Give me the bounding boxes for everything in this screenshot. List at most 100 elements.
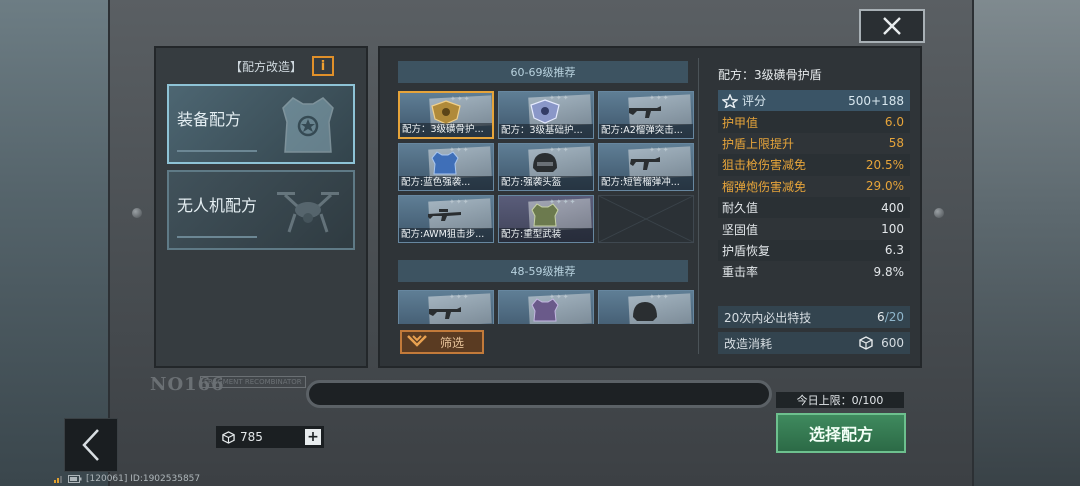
armor-icon — [531, 298, 559, 322]
chevron-down-icon — [407, 335, 427, 347]
background-right — [970, 0, 1080, 486]
stat-row: 护盾上限提升 58 — [718, 133, 910, 154]
recipe-tile-11[interactable]: ✦✦✦ — [498, 290, 594, 324]
category-underline — [177, 150, 257, 152]
armor-vest-icon — [282, 97, 334, 153]
recipe-label: 配方：3级磺骨护... — [400, 123, 492, 137]
shield-icon — [530, 99, 560, 124]
category-drone-recipe[interactable]: 无人机配方 — [167, 170, 355, 250]
cost-group: 600 — [859, 336, 904, 350]
rifle-icon — [629, 106, 661, 118]
stat-name: 重击率 — [722, 265, 759, 280]
filter-button[interactable]: 筛选 — [400, 330, 484, 354]
machine-slot — [306, 380, 772, 408]
stat-name: 狙击枪伤害减免 — [722, 158, 807, 173]
stat-name: 护盾恢复 — [722, 243, 771, 258]
stat-row: 护甲值 6.0 — [718, 111, 910, 133]
stat-row: 重击率 9.8% — [718, 261, 910, 282]
section-header-60-69: 60-69级推荐 — [398, 61, 688, 83]
battery-icon — [68, 475, 82, 483]
score-row: 评分 500+188 — [718, 90, 910, 112]
recipe-grid-60-69: ✦✦✦ 配方：3级磺骨护... ✦✦✦ 配方：3级基础护... ✦✦✦ 配方:A… — [398, 91, 694, 243]
recipe-panel: 60-69级推荐 ✦✦✦ 配方：3级磺骨护... ✦✦✦ 配方：3级基础护...… — [378, 46, 922, 368]
cost-row: 改造消耗 600 — [718, 332, 910, 354]
recipe-tile-8[interactable]: ✦✦✦✦ 配方:重型武装 — [498, 195, 594, 243]
shield-icon — [431, 100, 461, 125]
score-value: 500+188 — [848, 93, 904, 108]
section-header-48-59: 48-59级推荐 — [398, 260, 688, 282]
status-bar: [120061] ID:1902535857 — [54, 474, 200, 484]
stat-value: 400 — [881, 200, 904, 215]
helmet-icon — [533, 153, 557, 172]
recipe-label: 配方:蓝色强袭... — [399, 176, 493, 190]
info-button[interactable]: i — [312, 56, 334, 76]
stat-row: 耐久值 400 — [718, 196, 910, 219]
bolt-decoration — [132, 208, 142, 218]
panel-title: 【配方改造】 — [230, 60, 303, 74]
empty-slot-icon — [599, 196, 693, 242]
recipe-label: 配方:强袭头盔 — [499, 176, 593, 190]
recipe-tile-3[interactable]: ✦✦✦ 配方:A2榴弹突击... — [598, 91, 694, 139]
stat-value: 100 — [881, 222, 904, 237]
guarantee-current: 6 — [877, 310, 885, 324]
sniper-icon — [428, 209, 461, 221]
close-button[interactable] — [859, 9, 925, 43]
stat-name: 耐久值 — [722, 201, 759, 216]
status-text: [120061] ID:1902535857 — [86, 474, 201, 484]
rifle-icon — [630, 157, 660, 170]
recipe-tile-2[interactable]: ✦✦✦ 配方：3级基础护... — [498, 91, 594, 139]
recipe-label: 配方:AWM狙击步... — [399, 228, 493, 242]
cost-label: 改造消耗 — [724, 336, 773, 351]
helmet-icon — [633, 302, 657, 321]
armor-icon — [531, 203, 559, 227]
recipe-label: 配方:重型武装 — [499, 228, 593, 242]
select-recipe-button[interactable]: 选择配方 — [776, 413, 906, 453]
recipe-tile-1[interactable]: ✦✦✦ 配方：3级磺骨护... — [398, 91, 494, 139]
filter-label: 筛选 — [440, 335, 465, 350]
recipe-tile-empty — [598, 195, 694, 243]
guarantee-label: 20次内必出特技 — [724, 310, 812, 325]
back-button[interactable] — [64, 418, 118, 472]
stat-value: 58 — [888, 136, 904, 151]
category-underline — [177, 236, 257, 238]
recipe-tile-6[interactable]: ✦✦✦ 配方:短管榴弹冲... — [598, 143, 694, 191]
category-equipment-recipe[interactable]: 装备配方 — [167, 84, 355, 164]
drone-icon — [277, 192, 339, 233]
signal-icon — [54, 476, 62, 483]
stat-name: 护盾上限提升 — [722, 136, 795, 151]
material-currency: 785 + — [216, 426, 324, 448]
recipe-label: 配方：3级基础护... — [499, 124, 593, 138]
stat-value: 20.5% — [865, 157, 904, 172]
star-badge-icon — [722, 93, 738, 108]
stat-name: 护甲值 — [722, 115, 759, 130]
cost-value: 600 — [881, 336, 904, 350]
recipe-grid-48-59: ✦✦✦ ✦✦✦ ✦✦✦ — [398, 290, 694, 324]
category-panel: 【配方改造】 i 装备配方 无人机配方 — [154, 46, 368, 368]
recipe-tile-12[interactable]: ✦✦✦ — [598, 290, 694, 324]
bolt-decoration — [934, 208, 944, 218]
recipe-tile-7[interactable]: ✦✦✦ 配方:AWM狙击步... — [398, 195, 494, 243]
guarantee-total: /20 — [884, 310, 904, 324]
daily-limit: 今日上限：0/100 — [776, 392, 904, 408]
stat-row: 护盾恢复 6.3 — [718, 239, 910, 262]
material-cube-icon — [859, 336, 873, 350]
chevron-left-icon — [82, 429, 99, 461]
armor-icon — [431, 151, 459, 175]
rifle-icon — [429, 307, 461, 319]
guarantee-count: 6/20 — [877, 310, 904, 324]
score-label: 评分 — [742, 94, 767, 109]
guarantee-row: 20次内必出特技 6/20 — [718, 306, 910, 328]
stat-row: 狙击枪伤害减免 20.5% — [718, 154, 910, 176]
recipe-tile-10[interactable]: ✦✦✦ — [398, 290, 494, 324]
stat-name: 坚固值 — [722, 222, 759, 237]
stat-row: 坚固值 100 — [718, 218, 910, 239]
add-currency-button[interactable]: + — [305, 429, 321, 445]
background-left — [0, 0, 110, 486]
close-x-icon — [883, 17, 901, 35]
stat-value: 6.3 — [884, 243, 904, 258]
recipe-tile-5[interactable]: ✦✦✦ 配方:强袭头盔 — [498, 143, 594, 191]
stat-value: 29.0% — [865, 179, 904, 194]
recipe-tile-4[interactable]: ✦✦✦ 配方:蓝色强袭... — [398, 143, 494, 191]
recipe-title: 配方：3级磺骨护盾 — [718, 68, 822, 82]
stat-value: 9.8% — [873, 264, 905, 279]
